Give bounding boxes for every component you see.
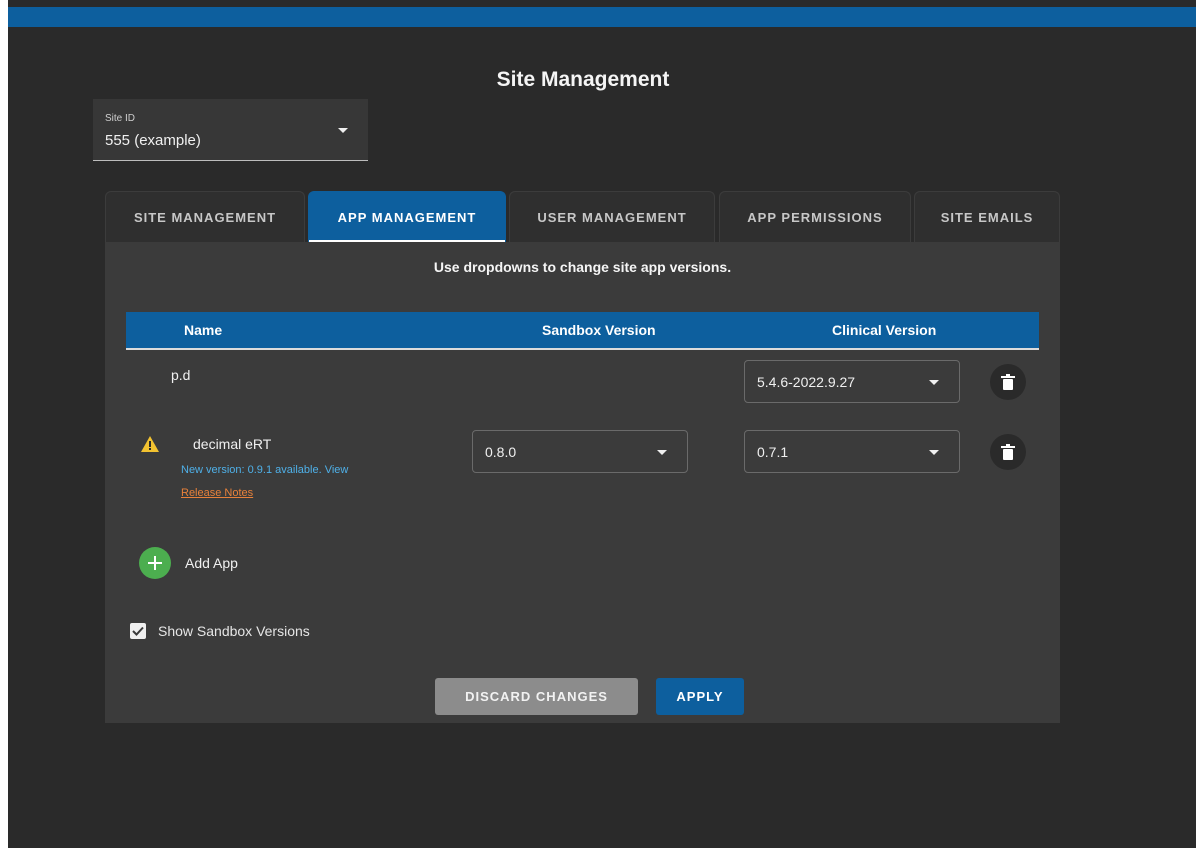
delete-app-button[interactable] (990, 434, 1026, 470)
sandbox-version-value: 0.8.0 (485, 444, 517, 460)
column-header-name: Name (184, 322, 223, 338)
top-bar (8, 7, 1196, 27)
clinical-version-value: 0.7.1 (757, 444, 789, 460)
warning-icon (141, 436, 159, 452)
add-app-label[interactable]: Add App (185, 555, 238, 571)
chevron-down-icon (929, 450, 939, 455)
add-app-button[interactable] (139, 547, 171, 579)
site-id-value: 555 (example) (105, 132, 201, 149)
tab-app-management[interactable]: APP MANAGEMENT (308, 191, 506, 243)
tab-site-emails[interactable]: SITE EMAILS (914, 191, 1060, 242)
clinical-version-value: 5.4.6-2022.9.27 (757, 374, 856, 390)
site-id-label: Site ID (105, 113, 136, 124)
discard-changes-button[interactable]: DISCARD CHANGES (435, 678, 638, 715)
chevron-down-icon (657, 450, 667, 455)
app-management-panel: Use dropdowns to change site app version… (105, 242, 1060, 723)
sandbox-version-select[interactable]: 0.8.0 (472, 430, 688, 473)
table-header: Name Sandbox Version Clinical Version (126, 312, 1039, 350)
page-title: Site Management (496, 68, 670, 91)
apply-button[interactable]: APPLY (656, 678, 744, 715)
chevron-down-icon (929, 380, 939, 385)
tab-user-management[interactable]: USER MANAGEMENT (509, 191, 715, 242)
update-available-note: New version: 0.9.1 available. View (181, 464, 349, 476)
app-window: Site Management Site ID 555 (example) SI… (8, 0, 1196, 848)
app-name: decimal eRT (193, 436, 272, 452)
delete-app-button[interactable] (990, 364, 1026, 400)
tab-site-management[interactable]: SITE MANAGEMENT (105, 191, 305, 242)
column-header-clinical: Clinical Version (832, 322, 937, 338)
chevron-down-icon (338, 128, 348, 133)
check-icon (132, 626, 144, 636)
app-name: p.d (171, 367, 191, 383)
trash-icon (1001, 444, 1015, 460)
trash-icon (1001, 374, 1015, 390)
site-id-select[interactable]: Site ID 555 (example) (93, 99, 368, 161)
show-sandbox-checkbox[interactable] (130, 623, 146, 639)
plus-icon (148, 556, 162, 570)
panel-hint: Use dropdowns to change site app version… (433, 259, 732, 275)
show-sandbox-label: Show Sandbox Versions (158, 623, 310, 639)
column-header-sandbox: Sandbox Version (542, 322, 656, 338)
tab-app-permissions[interactable]: APP PERMISSIONS (719, 191, 911, 242)
release-notes-link[interactable]: Release Notes (181, 487, 253, 499)
clinical-version-select[interactable]: 0.7.1 (744, 430, 960, 473)
clinical-version-select[interactable]: 5.4.6-2022.9.27 (744, 360, 960, 403)
